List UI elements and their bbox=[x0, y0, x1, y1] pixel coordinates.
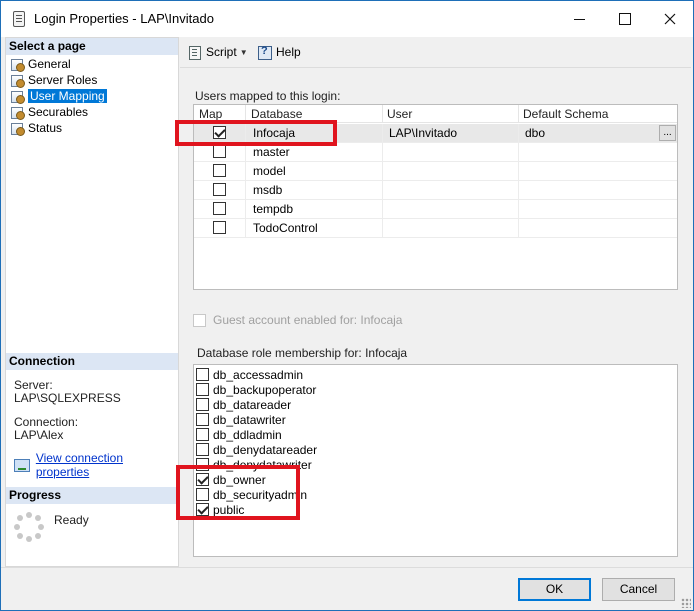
mapping-row[interactable]: model bbox=[194, 162, 677, 181]
connection-value: LAP\Alex bbox=[14, 428, 64, 442]
mapping-row[interactable]: tempdb bbox=[194, 200, 677, 219]
page-icon bbox=[10, 58, 25, 72]
users-mapped-label: Users mapped to this login: bbox=[195, 89, 341, 103]
toolbar-divider bbox=[180, 67, 691, 68]
page-icon bbox=[10, 90, 25, 104]
page-item-label: General bbox=[28, 57, 71, 71]
page-item-label: Status bbox=[28, 121, 63, 135]
progress-header: Progress bbox=[6, 487, 178, 504]
role-label: db_datareader bbox=[213, 397, 292, 412]
view-connection-properties-link[interactable]: View connection properties bbox=[14, 451, 178, 479]
role-checkbox[interactable] bbox=[196, 413, 209, 426]
page-icon bbox=[10, 122, 25, 136]
role-item-db-ddladmin[interactable]: db_ddladmin bbox=[196, 427, 282, 442]
script-label: Script bbox=[206, 45, 237, 59]
cancel-button[interactable]: Cancel bbox=[602, 578, 675, 601]
close-icon bbox=[664, 13, 676, 25]
role-item-db-denydatareader[interactable]: db_denydatareader bbox=[196, 442, 317, 457]
connection-properties-icon bbox=[14, 458, 30, 472]
map-checkbox[interactable] bbox=[213, 145, 226, 158]
page-item-user-mapping[interactable]: User Mapping bbox=[10, 88, 176, 104]
guest-account-option: Guest account enabled for: Infocaja bbox=[193, 313, 402, 327]
col-database[interactable]: Database bbox=[251, 107, 302, 121]
window-title: Login Properties - LAP\Invitado bbox=[34, 11, 214, 26]
minimize-button[interactable] bbox=[556, 1, 602, 37]
database-cell: model bbox=[253, 164, 286, 178]
role-item-db-datareader[interactable]: db_datareader bbox=[196, 397, 291, 412]
app-icon bbox=[13, 11, 25, 27]
page-item-securables[interactable]: Securables bbox=[10, 104, 176, 120]
role-label: db_denydatareader bbox=[213, 442, 318, 457]
help-button[interactable]: Help bbox=[258, 45, 301, 60]
page-item-label: Server Roles bbox=[28, 73, 98, 87]
select-page-header: Select a page bbox=[6, 38, 178, 55]
view-connection-properties-label: View connection properties bbox=[35, 451, 123, 479]
script-icon bbox=[188, 45, 202, 60]
schema-cell[interactable]: dbo bbox=[525, 126, 545, 140]
maximize-button[interactable] bbox=[602, 1, 648, 37]
col-user[interactable]: User bbox=[387, 107, 412, 121]
role-label: db_backupoperator bbox=[213, 382, 317, 397]
map-checkbox[interactable] bbox=[213, 164, 226, 177]
database-cell: msdb bbox=[253, 183, 283, 197]
connection-label: Connection: bbox=[14, 415, 79, 429]
page-icon bbox=[10, 106, 25, 120]
progress-spinner-icon bbox=[14, 512, 44, 542]
login-properties-window: Login Properties - LAP\Invitado Select a… bbox=[0, 0, 694, 611]
schema-browse-button[interactable]: ... bbox=[659, 125, 676, 141]
role-label: db_accessadmin bbox=[213, 367, 304, 382]
toolbar: Script ▼ Help bbox=[180, 37, 691, 69]
page-item-label: Securables bbox=[28, 105, 89, 119]
server-value: LAP\SQLEXPRESS bbox=[14, 391, 121, 405]
ok-button[interactable]: OK bbox=[518, 578, 591, 601]
role-item-db-datawriter[interactable]: db_datawriter bbox=[196, 412, 286, 427]
role-checkbox[interactable] bbox=[196, 398, 209, 411]
role-label: db_ddladmin bbox=[213, 427, 282, 442]
dialog-button-bar: OK Cancel bbox=[1, 567, 693, 610]
connection-header: Connection bbox=[6, 353, 178, 370]
highlight-owner-public-roles bbox=[176, 465, 300, 520]
col-default-schema[interactable]: Default Schema bbox=[523, 107, 608, 121]
page-item-server-roles[interactable]: Server Roles bbox=[10, 72, 176, 88]
title-bar: Login Properties - LAP\Invitado bbox=[1, 1, 693, 37]
page-item-general[interactable]: General bbox=[10, 56, 176, 72]
guest-account-checkbox[interactable] bbox=[193, 313, 206, 327]
role-label: db_datawriter bbox=[213, 412, 286, 427]
database-cell: master bbox=[253, 145, 290, 159]
server-label: Server: bbox=[14, 378, 53, 392]
guest-account-label: Guest account enabled for: Infocaja bbox=[213, 313, 403, 327]
map-checkbox[interactable] bbox=[213, 183, 226, 196]
mapping-row[interactable]: TodoControl bbox=[194, 219, 677, 238]
help-icon bbox=[258, 45, 272, 60]
user-mapping-page: Users mapped to this login: Map Database… bbox=[175, 69, 691, 567]
database-cell: tempdb bbox=[253, 202, 294, 216]
col-map[interactable]: Map bbox=[199, 107, 222, 121]
close-button[interactable] bbox=[647, 1, 693, 37]
mapping-row[interactable]: msdb bbox=[194, 181, 677, 200]
highlight-infocaja-row bbox=[175, 120, 337, 146]
role-checkbox[interactable] bbox=[196, 428, 209, 441]
chevron-down-icon: ▼ bbox=[239, 47, 248, 57]
left-pane: Select a page General Server Roles User Ma… bbox=[5, 37, 179, 567]
progress-status: Ready bbox=[54, 513, 89, 527]
page-icon bbox=[10, 74, 25, 88]
role-checkbox[interactable] bbox=[196, 443, 209, 456]
role-item-db-accessadmin[interactable]: db_accessadmin bbox=[196, 367, 303, 382]
user-cell[interactable]: LAP\Invitado bbox=[389, 126, 457, 140]
role-checkbox[interactable] bbox=[196, 383, 209, 396]
script-button[interactable]: Script ▼ bbox=[188, 45, 248, 60]
role-item-db-backupoperator[interactable]: db_backupoperator bbox=[196, 382, 316, 397]
role-checkbox[interactable] bbox=[196, 368, 209, 381]
database-cell: TodoControl bbox=[253, 221, 318, 235]
page-item-status[interactable]: Status bbox=[10, 120, 176, 136]
role-membership-label: Database role membership for: Infocaja bbox=[197, 346, 408, 360]
help-label: Help bbox=[276, 45, 301, 59]
map-checkbox[interactable] bbox=[213, 221, 226, 234]
map-checkbox[interactable] bbox=[213, 202, 226, 215]
role-membership-list: db_accessadmin db_backupoperator db_datare… bbox=[193, 364, 678, 557]
page-item-label: User Mapping bbox=[28, 89, 107, 103]
resize-grip[interactable] bbox=[681, 598, 691, 608]
